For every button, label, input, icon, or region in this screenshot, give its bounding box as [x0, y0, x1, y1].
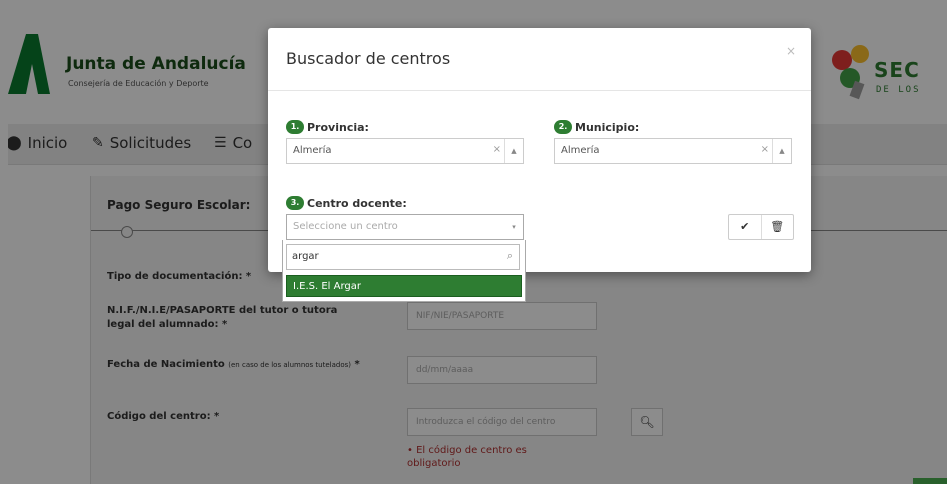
step-badge-1: 1.	[286, 120, 304, 134]
center-select-placeholder: Seleccione un centro	[293, 221, 398, 232]
step-badge-2: 2.	[554, 120, 572, 134]
center-search-modal: Buscador de centros × 1. Provincia: Alme…	[268, 28, 811, 272]
municipality-label-text: Municipio:	[575, 120, 640, 134]
center-search-input[interactable]: argar ⌕	[286, 244, 520, 270]
municipality-value: Almería	[561, 145, 600, 156]
clear-icon[interactable]: ×	[493, 144, 501, 155]
chevron-down-icon[interactable]: ▲	[504, 139, 523, 163]
dropdown-option[interactable]: I.E.S. El Argar	[286, 275, 522, 297]
step-badge-3: 3.	[286, 196, 304, 210]
clear-icon[interactable]: ×	[761, 144, 769, 155]
province-label: 1. Provincia:	[286, 120, 369, 134]
confirm-button[interactable]: ✔	[729, 215, 761, 239]
municipality-label: 2. Municipio:	[554, 120, 639, 134]
chevron-down-icon[interactable]: ▲	[772, 139, 791, 163]
province-label-text: Provincia:	[307, 120, 369, 134]
center-search-value: argar	[292, 251, 319, 262]
search-icon: ⌕	[506, 249, 513, 262]
province-select[interactable]: Almería × ▲	[286, 138, 524, 164]
chevron-down-icon[interactable]: ▾	[505, 215, 523, 239]
center-select[interactable]: Seleccione un centro ▾	[286, 214, 524, 240]
modal-title: Buscador de centros	[286, 49, 451, 68]
province-value: Almería	[293, 145, 332, 156]
close-icon[interactable]: ×	[786, 44, 796, 58]
municipality-select[interactable]: Almería × ▲	[554, 138, 792, 164]
center-label: 3. Centro docente:	[286, 196, 407, 210]
modal-header-divider	[268, 90, 811, 91]
trash-icon[interactable]: 🗑	[760, 215, 794, 239]
center-label-text: Centro docente:	[307, 196, 407, 210]
center-actions: ✔ 🗑	[728, 214, 794, 240]
